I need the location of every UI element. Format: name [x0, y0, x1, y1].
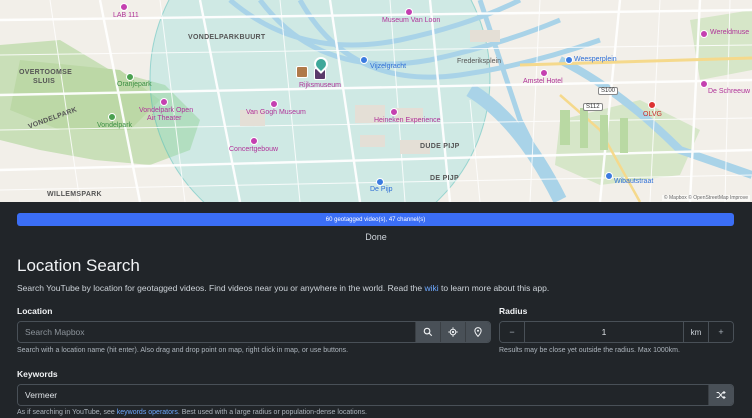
poi-wibaut-icon[interactable]: [605, 172, 613, 180]
location-search-input[interactable]: [18, 322, 415, 342]
map-label-dude-pijp: DUDE PIJP: [420, 143, 460, 150]
poi-lab111-icon[interactable]: [120, 3, 128, 11]
poi-depijp-station[interactable]: De Pijp: [370, 186, 393, 193]
map-label-de-pijp: DE PIJP: [430, 175, 459, 182]
poi-olvg-icon[interactable]: [648, 101, 656, 109]
keywords-help-start: As if searching in YouTube, see: [17, 409, 117, 416]
location-search-button[interactable]: [415, 322, 440, 342]
radius-input-group: − km +: [499, 321, 734, 343]
poi-wibaut[interactable]: Wibautstraat: [614, 178, 653, 185]
poi-rijks[interactable]: Rijksmuseum: [299, 82, 341, 89]
drop-pin-button[interactable]: [465, 322, 490, 342]
desc-text: Search YouTube by location for geotagged…: [17, 283, 425, 293]
poi-heineken-icon[interactable]: [390, 108, 398, 116]
poi-vondelpark[interactable]: Vondelpark: [97, 122, 132, 129]
poi-vondelpark-icon[interactable]: [108, 113, 116, 121]
location-help-text: Search with a location name (hit enter).…: [17, 347, 349, 354]
poi-amstel-icon[interactable]: [540, 69, 548, 77]
keywords-operators-link[interactable]: keywords operators: [117, 409, 178, 416]
map-canvas[interactable]: [0, 0, 752, 202]
road-shield-s100: S100: [598, 87, 619, 95]
shuffle-icon: [716, 390, 726, 400]
poi-vanloon[interactable]: Museum Van Loon: [382, 17, 440, 24]
status-text: Done: [365, 232, 387, 242]
poi-frederik[interactable]: Frederiksplein: [457, 58, 501, 65]
map-label-willemspark: WILLEMSPARK: [47, 191, 102, 198]
poi-wereld[interactable]: Wereldmuse: [710, 29, 749, 36]
poi-lab111[interactable]: LAB 111: [113, 12, 139, 19]
map-label-vondelparkbuurt: VONDELPARKBUURT: [188, 34, 266, 41]
map-label-overtoomse: OVERTOOMSE: [19, 69, 73, 76]
keywords-label: Keywords: [17, 369, 58, 379]
radius-increment-button[interactable]: +: [708, 322, 733, 342]
poi-vanloon-icon[interactable]: [405, 8, 413, 16]
video-thumbnail-marker[interactable]: [296, 66, 308, 78]
map-pin-icon: [474, 327, 482, 337]
map-label-sluis: SLUIS: [33, 78, 56, 85]
road-shield-s112: S112: [583, 103, 603, 111]
radius-label: Radius: [499, 306, 528, 316]
poi-wereld-icon[interactable]: [700, 30, 708, 38]
poi-vijzel-icon[interactable]: [360, 56, 368, 64]
poi-vangogh[interactable]: Van Gogh Museum: [246, 109, 306, 116]
poi-openair[interactable]: Vondelpark Open: [139, 107, 193, 114]
poi-vijzel[interactable]: Vijzelgracht: [370, 63, 406, 70]
radius-decrement-button[interactable]: −: [500, 322, 525, 342]
map[interactable]: VONDELPARKBUURT OVERTOOMSE SLUIS VONDELP…: [0, 0, 752, 202]
radius-input[interactable]: [525, 322, 683, 342]
poi-depijp-station-icon[interactable]: [376, 178, 384, 186]
poi-orangpark-icon[interactable]: [126, 73, 134, 81]
radius-unit: km: [683, 322, 708, 342]
poi-heineken[interactable]: Heineken Experience: [374, 117, 441, 124]
poi-concert[interactable]: Concertgebouw: [229, 146, 278, 153]
poi-amstel[interactable]: Amstel Hotel: [523, 78, 563, 85]
keywords-help-end: . Best used with a large radius or popul…: [177, 409, 367, 416]
poi-vangogh-icon[interactable]: [270, 100, 278, 108]
crosshair-icon: [448, 327, 458, 337]
wiki-link[interactable]: wiki: [424, 283, 438, 293]
search-icon: [423, 327, 433, 337]
poi-olvg[interactable]: OLVG: [643, 111, 662, 118]
keywords-input[interactable]: [18, 385, 708, 405]
current-location-button[interactable]: [440, 322, 465, 342]
radius-help-text: Results may be close yet outside the rad…: [499, 347, 680, 354]
location-input-group: [17, 321, 491, 343]
page-description: Search YouTube by location for geotagged…: [17, 283, 549, 293]
poi-concert-icon[interactable]: [250, 137, 258, 145]
poi-weesper[interactable]: Weesperplein: [574, 56, 617, 63]
location-label: Location: [17, 306, 53, 316]
poi-openair-icon[interactable]: [160, 98, 168, 106]
keywords-input-group: [17, 384, 734, 406]
progress-bar: 60 geotagged video(s), 47 channel(s): [17, 213, 734, 226]
poi-openair-2[interactable]: Air Theater: [147, 115, 182, 122]
poi-schreeuw[interactable]: De Schreeuw: [708, 88, 750, 95]
poi-orangpark[interactable]: Oranjepark: [117, 81, 152, 88]
map-attribution[interactable]: © Mapbox © OpenStreetMap Improve: [661, 195, 750, 201]
poi-schreeuw-icon[interactable]: [700, 80, 708, 88]
keywords-shuffle-button[interactable]: [708, 385, 733, 405]
page-title: Location Search: [17, 256, 140, 275]
progress-fill: 60 geotagged video(s), 47 channel(s): [17, 213, 734, 226]
desc-text-end: to learn more about this app.: [438, 283, 550, 293]
poi-weesper-icon[interactable]: [565, 56, 573, 64]
keywords-help-text: As if searching in YouTube, see keywords…: [17, 409, 367, 416]
